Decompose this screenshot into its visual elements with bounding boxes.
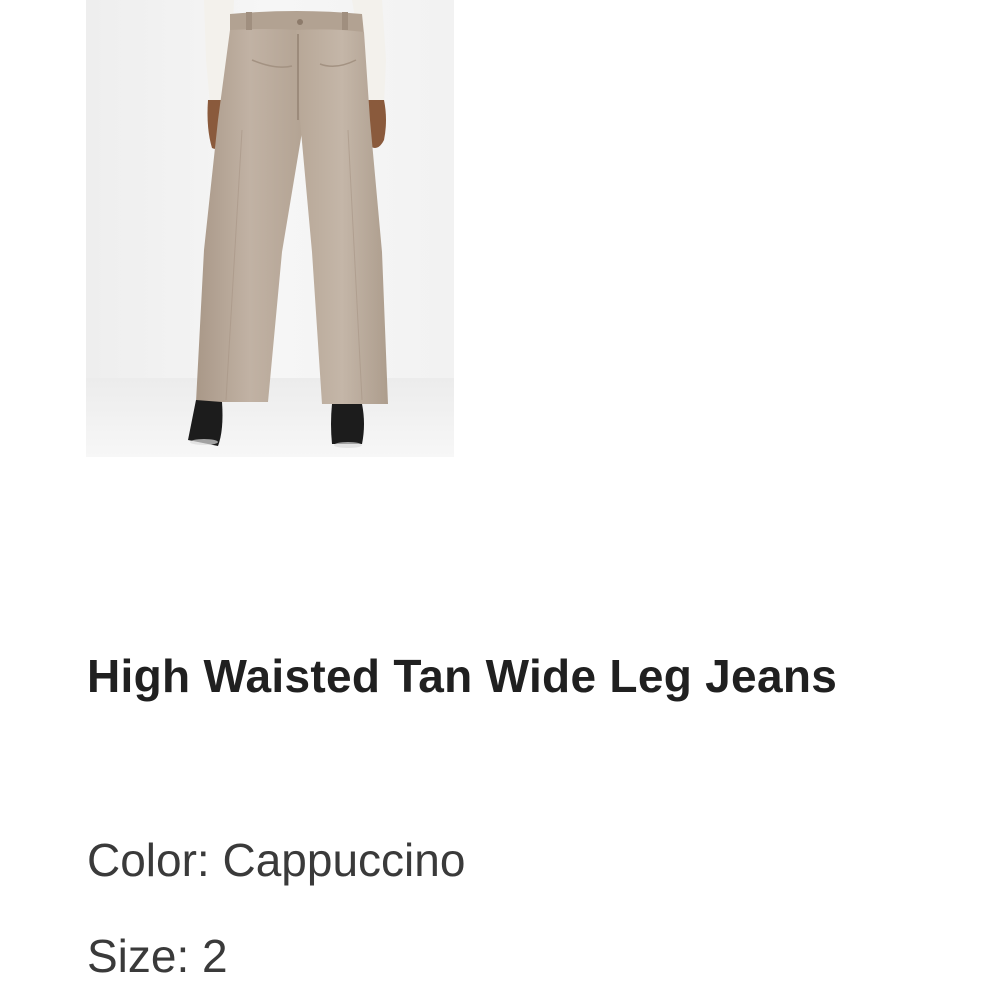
- product-size: Size: 2: [87, 928, 228, 984]
- size-label: Size:: [87, 930, 190, 982]
- product-photo: [86, 0, 454, 457]
- product-color: Color: Cappuccino: [87, 832, 465, 888]
- color-label: Color:: [87, 834, 210, 886]
- size-value: 2: [202, 930, 228, 982]
- color-value: Cappuccino: [222, 834, 466, 886]
- product-image[interactable]: [86, 0, 454, 457]
- product-page: High Waisted Tan Wide Leg Jeans Color: C…: [0, 0, 1000, 1000]
- product-title: High Waisted Tan Wide Leg Jeans: [87, 650, 838, 702]
